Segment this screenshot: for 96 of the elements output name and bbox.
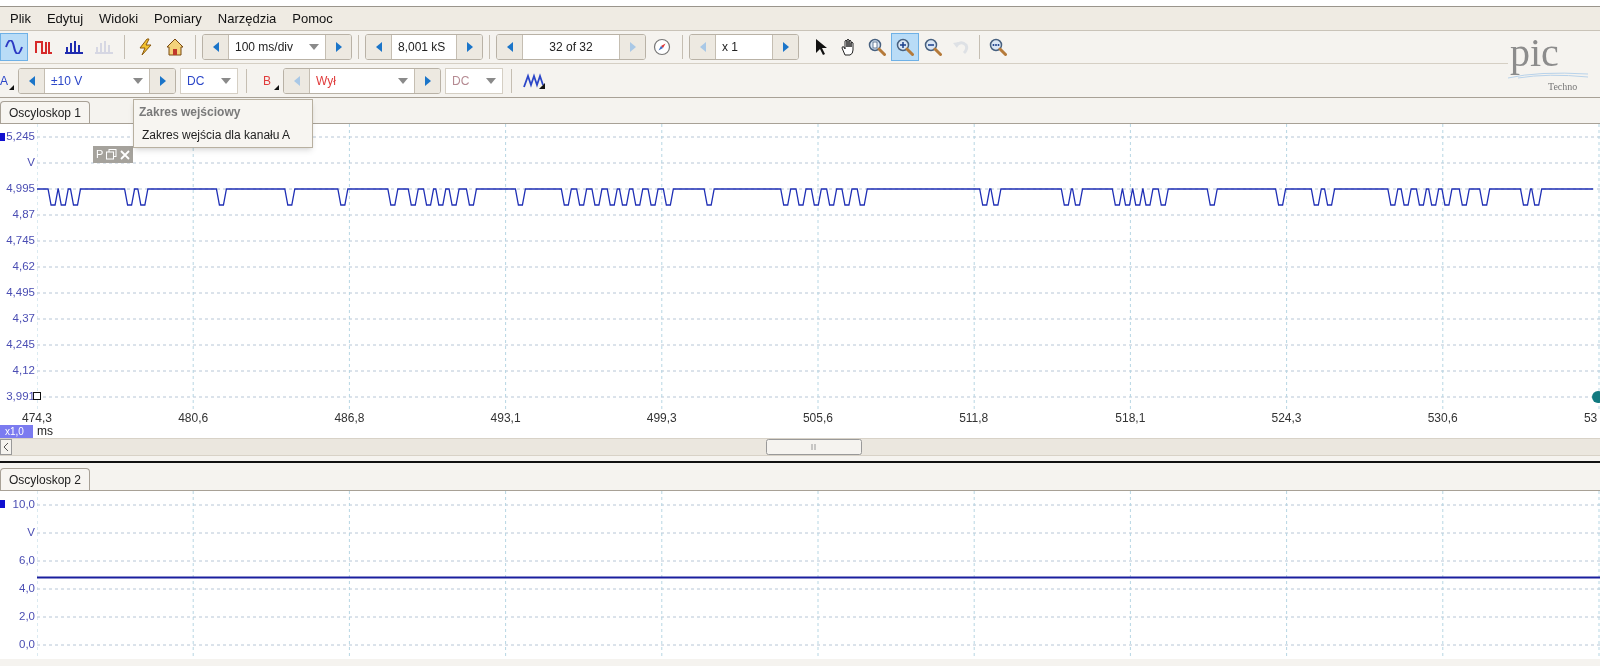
pointer-icon [814, 38, 828, 56]
previous-button[interactable] [497, 35, 523, 59]
magnifier-icon [868, 38, 886, 56]
caret-icon [398, 77, 408, 84]
tooltip-title: Zakres wejściowy [139, 104, 242, 121]
scroll-thumb[interactable] [766, 439, 862, 455]
axis-label: 511,8 [959, 411, 989, 425]
axis-label: 4,0 [19, 583, 35, 595]
axis-label: 486,8 [334, 411, 365, 425]
axis-label: 530,6 [1427, 411, 1458, 425]
caret-icon [309, 44, 319, 50]
axis-label: 6,0 [19, 555, 35, 567]
arrow-right-icon [629, 42, 636, 52]
axis-label: 4,37 [12, 313, 35, 325]
caret-icon [221, 77, 231, 84]
arrow-right-icon [424, 75, 431, 86]
axis-label: 4,12 [12, 365, 35, 377]
zoom-to-fit-icon [989, 38, 1007, 56]
previous-button[interactable] [366, 35, 392, 59]
tooltip-text: Zakres wejścia dla kanału A [141, 127, 292, 144]
plot-tab[interactable]: Oscyloskop 1 [0, 101, 91, 123]
caret-icon [133, 77, 143, 84]
coupling-dropdown[interactable]: DC [180, 67, 238, 94]
arrow-left-icon [699, 42, 706, 52]
menu-item[interactable]: Edytuj [38, 8, 92, 29]
channel-button[interactable]: A [0, 67, 14, 94]
axis-label: 3,991 [6, 391, 35, 403]
compass-icon [653, 38, 671, 56]
bar-chart-icon [65, 40, 83, 54]
next-button[interactable] [772, 35, 798, 59]
arrow-right-icon [159, 75, 166, 86]
zoom-in-tool[interactable] [891, 33, 919, 61]
menu-item[interactable]: Pomiary [146, 8, 210, 29]
horizontal-scrollbar[interactable] [0, 438, 1600, 456]
axis-label: 4,995 [6, 183, 35, 195]
axis-label: 4,245 [6, 339, 35, 351]
axis-label: 5,245 [6, 131, 35, 143]
axis-label: 4,87 [12, 209, 35, 221]
next-button[interactable] [325, 35, 351, 59]
channel-button[interactable]: B [255, 67, 279, 94]
arrow-left-icon [212, 42, 219, 52]
previous-button[interactable] [203, 35, 229, 59]
arrow-left-icon [375, 42, 382, 52]
axis-label: 524,3 [1271, 411, 1302, 425]
axis-label: 4,62 [12, 261, 35, 273]
axis-label: 518,1 [1115, 411, 1146, 425]
caret-icon [486, 77, 496, 84]
menu-item[interactable]: Narzędzia [209, 8, 285, 29]
arrow-right-icon [335, 42, 342, 52]
previous-button[interactable] [19, 68, 45, 93]
restore-icon[interactable] [106, 149, 118, 160]
menu-item[interactable]: Widoki [91, 8, 147, 29]
axis-label: 53 [1583, 411, 1598, 425]
axis-label: 474,3 [22, 411, 53, 425]
ruler-label: P [96, 149, 104, 160]
plot-tab[interactable]: Oscyloskop 2 [0, 468, 91, 490]
scroll-left-icon[interactable] [0, 439, 12, 455]
zoom-out-icon [924, 38, 942, 56]
zoom-badge: x1,0 [0, 424, 33, 438]
arrow-right-icon [782, 42, 789, 52]
arrow-left-icon [28, 75, 35, 86]
logo-subtitle: Techno [1547, 79, 1578, 94]
axis-label: V [27, 527, 35, 539]
arrow-right-icon [466, 42, 473, 52]
menu-item[interactable]: Plik [2, 8, 39, 29]
axis-label: V [27, 157, 35, 169]
arrow-left-icon [506, 42, 513, 52]
next-button[interactable] [149, 68, 175, 93]
arrow-left-icon [293, 75, 300, 86]
ruler-handle[interactable] [0, 133, 5, 141]
ruler-handle[interactable] [0, 500, 5, 508]
axis-label: 505,6 [802, 411, 833, 425]
ruler-marker[interactable] [33, 392, 41, 400]
axis-label: 4,495 [6, 287, 35, 299]
axis-label: 493,1 [490, 411, 521, 425]
bar-chart-icon [95, 40, 113, 54]
axis-label: 10,0 [12, 499, 35, 511]
axis-label: 0,0 [19, 639, 35, 651]
close-icon[interactable] [120, 149, 131, 160]
axis-label: 2,0 [19, 611, 35, 623]
axis-label: 4,745 [6, 235, 35, 247]
next-button[interactable] [414, 68, 440, 93]
axis-label: 499,3 [646, 411, 677, 425]
zoom-in-icon [896, 38, 914, 56]
house-icon [166, 38, 184, 56]
pulse-icon [35, 40, 53, 54]
axis-label: 480,6 [178, 411, 209, 425]
lightning-icon [136, 38, 154, 56]
view-mode-button[interactable] [0, 33, 28, 61]
menu-item[interactable]: Pomoc [284, 8, 341, 29]
sine-wave-icon [5, 40, 23, 54]
corner-triangle-icon [9, 84, 14, 90]
math-wave-icon [523, 72, 545, 89]
corner-triangle-icon [274, 84, 279, 90]
axis-unit: ms [37, 424, 53, 440]
next-button[interactable] [456, 35, 482, 59]
